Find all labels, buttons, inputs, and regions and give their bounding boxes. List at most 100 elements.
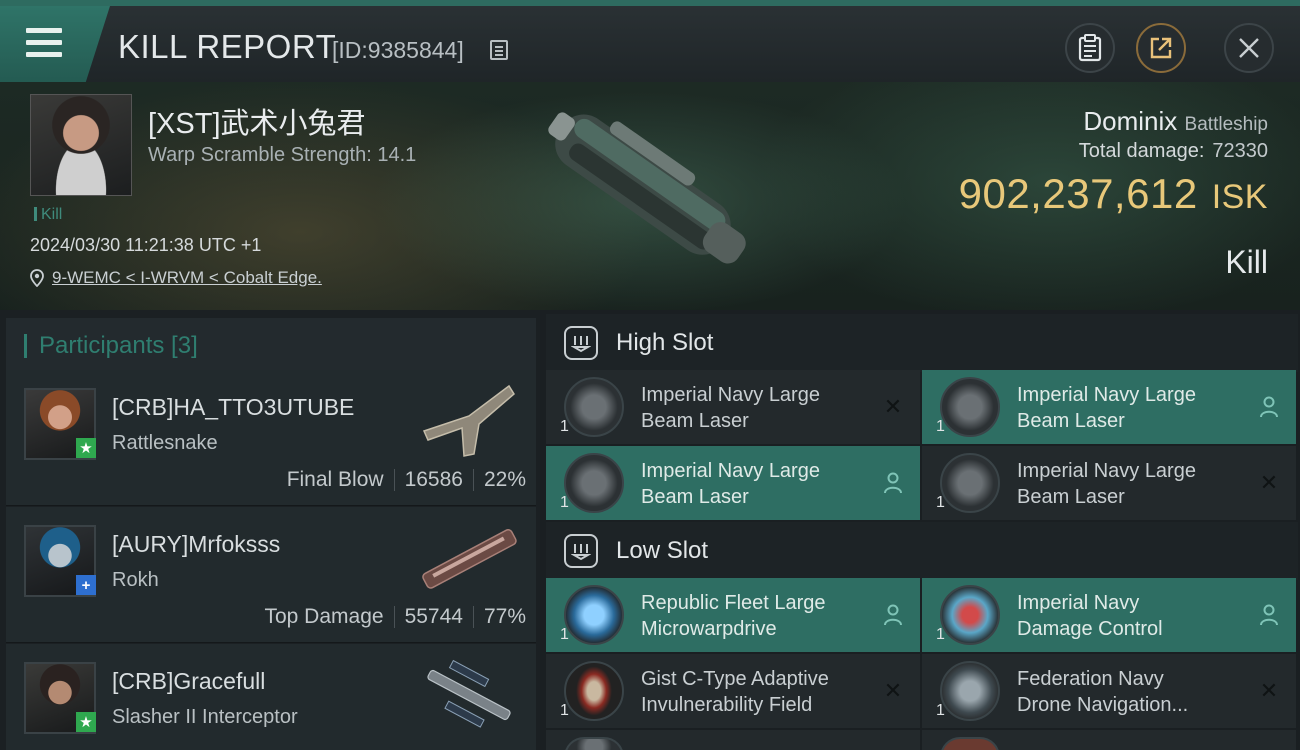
participant-stats: Final Blow 16586 22% (287, 468, 526, 492)
participant-damage-percent: 22% (483, 468, 526, 491)
module-quantity: 1 (560, 702, 569, 719)
star-badge-icon: ★ (76, 712, 96, 732)
module-item[interactable]: 1 Gist C-Type Adaptive Invulnerability Fi… (546, 654, 920, 728)
beam-laser-icon (940, 453, 1000, 513)
module-name: Gist C-Type Adaptive Invulnerability Fiel… (641, 668, 829, 716)
participant-role: Final Blow (286, 468, 384, 491)
location-link[interactable]: 9-WEMC < I-WRVM < Cobalt Edge. (52, 268, 322, 288)
total-damage-label: Total damage: (1078, 140, 1205, 162)
plus-badge-icon: + (76, 575, 96, 595)
star-badge-icon: ★ (76, 438, 96, 458)
kill-datetime: 2024/03/30 11:21:38 UTC +1 (30, 235, 262, 255)
high-slot-header: High Slot (546, 314, 1298, 372)
victim-avatar[interactable] (30, 94, 132, 196)
clipboard-button[interactable] (1065, 23, 1115, 73)
module-icon (564, 737, 624, 750)
menu-tab[interactable] (0, 6, 110, 82)
top-bar: KILL REPORT [ID:9385844] (0, 0, 1300, 82)
module-name: Imperial Navy Large Beam Laser (641, 384, 820, 432)
participants-panel: Participants [3] ★ [CRB]HA_TTO3UTUBE Rat… (0, 310, 540, 750)
module-quantity: 1 (560, 626, 569, 643)
participant-damage-percent: 77% (483, 605, 526, 628)
beam-laser-icon (564, 453, 624, 513)
report-id: [ID:9385844] (332, 37, 464, 63)
participant-damage: 55744 (404, 605, 463, 628)
victim-name[interactable]: [XST]武术小兔君 (148, 100, 366, 142)
participant-ship: Rokh (112, 569, 159, 591)
invulnerability-field-icon (564, 661, 624, 721)
module-name: Imperial Navy Damage Control (1017, 592, 1163, 640)
hamburger-menu-icon[interactable] (26, 28, 62, 58)
module-quantity: 1 (560, 494, 569, 511)
participant-stats: Top Damage 55744 77% (264, 605, 526, 629)
dropped-person-icon (1258, 604, 1280, 626)
beam-laser-icon (940, 377, 1000, 437)
damage-control-icon (940, 585, 1000, 645)
location-pin-icon (30, 269, 44, 287)
isk-amount: 902,237,612 (958, 170, 1198, 217)
share-button[interactable] (1136, 23, 1186, 73)
copy-id-icon[interactable] (490, 40, 508, 60)
module-icon (940, 737, 1000, 750)
destroyed-x-icon: ✕ (1259, 470, 1279, 495)
participant-role: Top Damage (264, 605, 384, 628)
participant-ship-image (422, 384, 515, 457)
victim-ship-name[interactable]: Dominix Battleship (1083, 106, 1268, 137)
module-item[interactable]: 1 Imperial Navy Large Beam Laser (922, 370, 1296, 444)
participant-damage: 16586 (404, 468, 463, 491)
destroyed-x-icon: ✕ (883, 678, 903, 703)
module-item-partial[interactable] (922, 730, 1296, 750)
module-name: Federation Navy Drone Navigation... (1017, 668, 1189, 716)
module-quantity: 1 (936, 494, 945, 511)
module-item[interactable]: 1 Imperial Navy Large Beam Laser ✕ (546, 370, 920, 444)
low-slot-header: Low Slot (546, 522, 1298, 580)
result-label: Kill (1225, 244, 1268, 280)
destroyed-x-icon: ✕ (1259, 678, 1279, 703)
module-item[interactable]: 1 Imperial Navy Large Beam Laser (546, 446, 920, 520)
participant-name[interactable]: [CRB]HA_TTO3UTUBE (112, 394, 354, 421)
high-slot-title: High Slot (616, 329, 714, 356)
module-name: Imperial Navy Large Beam Laser (1017, 460, 1196, 508)
participants-header[interactable]: Participants [3] (6, 318, 536, 373)
dropped-person-icon (1258, 396, 1280, 418)
module-name: Imperial Navy Large Beam Laser (641, 460, 820, 508)
participant-row[interactable]: ★ [CRB]HA_TTO3UTUBE Rattlesnake Final Bl… (6, 370, 536, 506)
dropped-person-icon (882, 472, 904, 494)
close-icon (1239, 38, 1259, 58)
warp-scramble-strength: Warp Scramble Strength: 14.1 (148, 144, 417, 166)
module-quantity: 1 (936, 626, 945, 643)
kill-location[interactable]: 9-WEMC < I-WRVM < Cobalt Edge. (30, 268, 322, 288)
participant-name[interactable]: [CRB]Gracefull (112, 668, 265, 695)
participant-row[interactable]: ★ [CRB]Gracefull Slasher II Interceptor (6, 644, 536, 750)
kill-tag: Kill (34, 206, 62, 224)
clipboard-icon (1078, 34, 1102, 62)
page-title: KILL REPORT (118, 28, 337, 65)
low-slot-title: Low Slot (616, 537, 709, 564)
total-damage-value: 72330 (1212, 140, 1268, 162)
participant-name[interactable]: [AURY]Mrfoksss (112, 531, 280, 558)
fittings-panel: High Slot 1 Imperial Navy Large Beam Lase… (540, 310, 1300, 750)
module-item-partial[interactable] (546, 730, 920, 750)
participant-ship-image (422, 529, 517, 589)
drone-navigation-icon (940, 661, 1000, 721)
module-item[interactable]: 1 Republic Fleet Large Microwarpdrive (546, 578, 920, 652)
participant-ship: Rattlesnake (112, 432, 218, 454)
high-slot-icon (564, 326, 598, 360)
participants-title: Participants [3] (39, 331, 198, 359)
isk-unit: ISK (1211, 178, 1268, 216)
module-quantity: 1 (936, 702, 945, 719)
module-name: Imperial Navy Large Beam Laser (1017, 384, 1196, 432)
dropped-person-icon (882, 604, 904, 626)
module-item[interactable]: 1 Imperial Navy Large Beam Laser ✕ (922, 446, 1296, 520)
ship-class: Battleship (1184, 114, 1268, 135)
module-item[interactable]: 1 Federation Navy Drone Navigation... ✕ (922, 654, 1296, 728)
victim-banner: [XST]武术小兔君 Warp Scramble Strength: 14.1 … (0, 82, 1300, 310)
participant-row[interactable]: + [AURY]Mrfoksss Rokh Top Damage 55744 7… (6, 507, 536, 643)
share-icon (1150, 37, 1172, 59)
module-name: Republic Fleet Large Microwarpdrive (641, 592, 826, 640)
ship-type-name: Dominix (1083, 106, 1178, 136)
module-item[interactable]: 1 Imperial Navy Damage Control (922, 578, 1296, 652)
total-damage: Total damage: 72330 (1079, 140, 1268, 163)
participant-ship: Slasher II Interceptor (112, 706, 298, 728)
close-button[interactable] (1224, 23, 1274, 73)
